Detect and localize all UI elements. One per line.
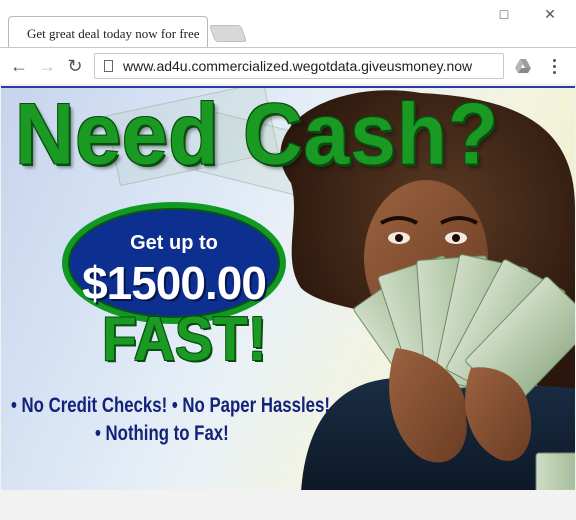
ad-headline: Need Cash? (15, 87, 499, 183)
back-icon[interactable]: ← (8, 55, 30, 77)
cash-advertisement[interactable]: Need Cash? Get up to $1500.00 FAST! • No… (1, 86, 575, 492)
browser-tab[interactable]: Get great deal today now for free (8, 16, 208, 48)
offer-amount: $1500.00 (82, 257, 267, 309)
menu-icon[interactable] (548, 57, 560, 75)
offer-line: Get up to (130, 232, 218, 254)
offer-speed: FAST! (102, 305, 267, 374)
page-blank-area (0, 490, 576, 520)
forward-icon[interactable]: → (36, 55, 58, 77)
drive-icon[interactable] (514, 58, 532, 74)
page-icon (104, 60, 113, 72)
new-tab-button[interactable] (208, 25, 248, 42)
tab-title: Get great deal today now for free (27, 26, 200, 41)
url-text: www.ad4u.commercialized.wegotdata.giveus… (123, 58, 473, 74)
address-bar[interactable]: www.ad4u.commercialized.wegotdata.giveus… (94, 53, 504, 79)
close-icon[interactable]: ✕ (540, 6, 560, 24)
browser-toolbar: ← → ↻ www.ad4u.commercialized.wegotdata.… (0, 48, 576, 84)
reload-icon[interactable]: ↻ (64, 55, 86, 77)
ad-bullet-line: • Nothing to Fax! (95, 422, 229, 445)
browser-titlebar: Get great deal today now for free □ ✕ (0, 0, 576, 48)
ad-bullet-line: • No Credit Checks! • No Paper Hassles! (11, 394, 330, 417)
maximize-icon[interactable]: □ (494, 6, 514, 24)
